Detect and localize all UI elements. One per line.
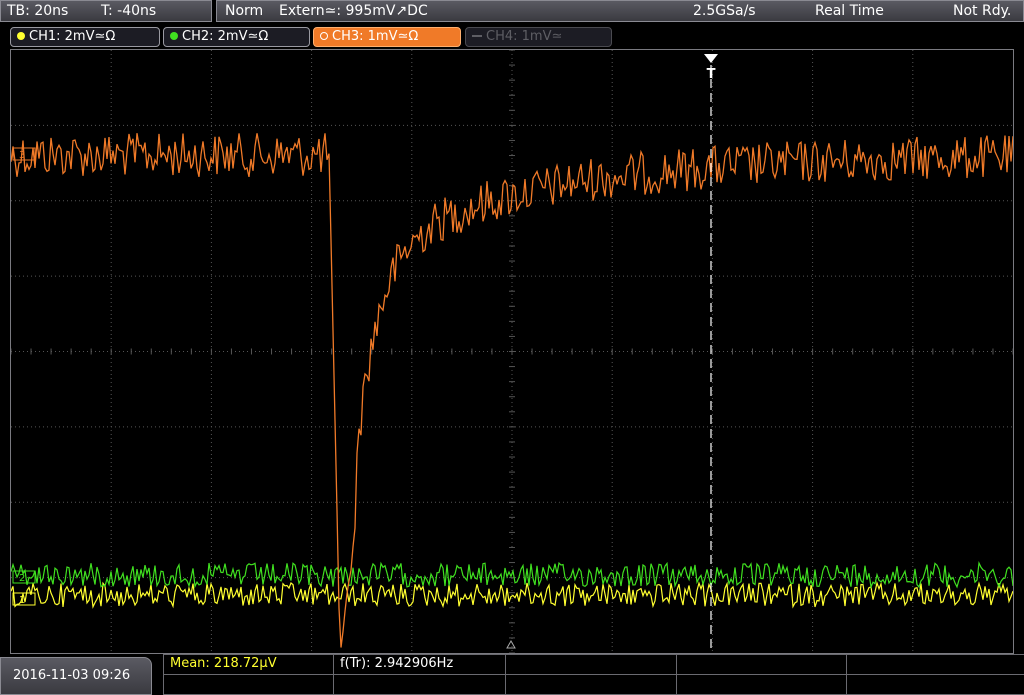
channel-4-label: CH4: 1mV≃ bbox=[486, 29, 563, 44]
measurement-cell-empty[interactable] bbox=[164, 675, 334, 695]
sample-rate-label[interactable]: 2.5GSa/s bbox=[693, 1, 756, 21]
horizontal-settings[interactable]: TB: 20ns T: -40ns bbox=[0, 0, 212, 22]
timebase-label[interactable]: TB: 20ns bbox=[7, 1, 68, 21]
measurement-cell-empty[interactable] bbox=[847, 655, 1024, 675]
channel-1-label: CH1: 2mV≃Ω bbox=[29, 29, 116, 44]
acquisition-mode-label[interactable]: Real Time bbox=[815, 1, 884, 21]
channel-3-marker-label: 3 bbox=[19, 150, 25, 161]
measurement-cell-empty[interactable] bbox=[847, 675, 1024, 695]
trigger-level-arrow-icon bbox=[506, 639, 516, 649]
measurement-cell-empty[interactable] bbox=[677, 655, 847, 675]
measurement-cell-empty[interactable] bbox=[677, 675, 847, 695]
channel-3-label: CH3: 1mV≃Ω bbox=[332, 29, 419, 44]
channel-1-button[interactable]: CH1: 2mV≃Ω bbox=[10, 27, 160, 47]
datetime-label: 2016-11-03 09:26 bbox=[13, 668, 131, 683]
channel-1-offset-marker[interactable]: 1 bbox=[12, 592, 36, 606]
ready-state-label: Not Rdy. bbox=[953, 3, 1012, 19]
channel-1-indicator-icon bbox=[17, 32, 25, 40]
measurement-cell-empty[interactable] bbox=[506, 655, 677, 675]
channel-1-marker-label: 1 bbox=[19, 595, 25, 606]
channel-2-label: CH2: 2mV≃Ω bbox=[182, 29, 269, 44]
status-bar: TB: 20ns T: -40ns Norm Extern≃: 995mV↗DC… bbox=[0, 0, 1024, 24]
trigger-source-label[interactable]: Extern≃: 995mV↗DC bbox=[279, 1, 428, 21]
measurement-cell-empty[interactable] bbox=[506, 675, 677, 695]
datetime-display: 2016-11-03 09:26 bbox=[0, 657, 152, 695]
channel-3-button[interactable]: CH3: 1mV≃Ω bbox=[313, 27, 461, 47]
frequency-measurement: f(Tr): 2.942906Hz bbox=[340, 656, 454, 671]
trigger-mode-label[interactable]: Norm bbox=[225, 1, 263, 21]
waveform-display[interactable]: T 3 2 1 bbox=[10, 49, 1014, 654]
channel-2-marker-label: 2 bbox=[19, 573, 25, 584]
graticule bbox=[11, 50, 1013, 653]
channel-2-indicator-icon bbox=[170, 32, 178, 40]
trigger-marker-icon[interactable]: T bbox=[704, 54, 718, 82]
trigger-marker-label: T bbox=[707, 67, 716, 82]
measurement-panel[interactable]: Mean: 218.72µV f(Tr): 2.942906Hz bbox=[163, 654, 1024, 695]
trigger-settings[interactable]: Norm Extern≃: 995mV↗DC 2.5GSa/s Real Tim… bbox=[216, 0, 1024, 22]
channel-3-indicator-icon bbox=[320, 32, 328, 40]
channel-4-indicator-icon bbox=[472, 35, 482, 37]
channel-2-button[interactable]: CH2: 2mV≃Ω bbox=[163, 27, 310, 47]
channel-4-button[interactable]: CH4: 1mV≃ bbox=[465, 27, 612, 47]
measurement-cell-empty[interactable] bbox=[334, 675, 506, 695]
waveform-canvas[interactable]: T 3 2 1 bbox=[11, 50, 1013, 653]
mean-measurement: Mean: 218.72µV bbox=[170, 656, 277, 671]
trigger-offset-label[interactable]: T: -40ns bbox=[101, 1, 156, 21]
